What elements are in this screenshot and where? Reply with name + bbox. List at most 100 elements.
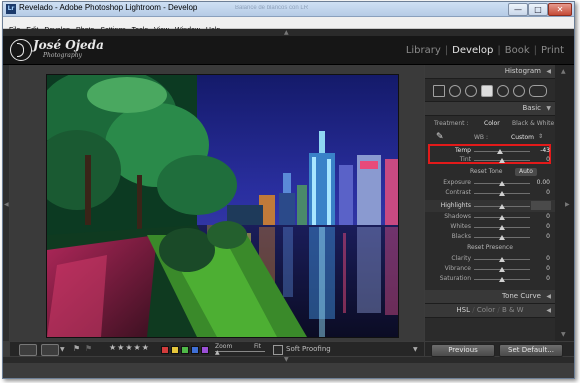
slider-blacks[interactable]: Blacks 0 bbox=[425, 232, 555, 242]
left-panel-toggle-icon[interactable]: ◀ bbox=[4, 201, 9, 208]
contrast-knob[interactable] bbox=[499, 191, 505, 196]
whites-knob[interactable] bbox=[499, 225, 505, 230]
wb-select[interactable]: Custom bbox=[511, 134, 534, 141]
brush-toggle-icon[interactable] bbox=[529, 85, 547, 97]
color-label-blue[interactable] bbox=[191, 346, 199, 354]
exposure-value[interactable]: 0.00 bbox=[537, 179, 550, 186]
temp-value[interactable]: -43 bbox=[540, 147, 550, 154]
histogram-header[interactable]: Histogram ◀ bbox=[425, 65, 555, 79]
loupe-view-icon[interactable] bbox=[19, 344, 37, 356]
minimize-button[interactable]: — bbox=[508, 3, 528, 16]
clarity-knob[interactable] bbox=[499, 257, 505, 262]
color-label-red[interactable] bbox=[161, 346, 169, 354]
module-print[interactable]: Print bbox=[539, 45, 566, 56]
reset-presence-button[interactable]: Reset Presence bbox=[425, 242, 555, 254]
top-panel-toggle-icon[interactable]: ▲ bbox=[284, 29, 289, 36]
tab-bw[interactable]: B & W bbox=[502, 306, 524, 314]
reset-tone-button[interactable]: Reset Tone bbox=[470, 166, 502, 178]
treatment-color-option[interactable]: Color bbox=[484, 120, 500, 127]
title-bar: Lr Revelado - Adobe Photoshop Lightroom … bbox=[3, 2, 574, 17]
saturation-value[interactable]: 0 bbox=[546, 275, 550, 282]
contrast-value[interactable]: 0 bbox=[546, 189, 550, 196]
slider-shadows[interactable]: Shadows 0 bbox=[425, 212, 555, 222]
tone-curve-header[interactable]: Tone Curve ◀ bbox=[425, 290, 555, 304]
vibrance-value[interactable]: 0 bbox=[546, 265, 550, 272]
right-panel-toggle-icon[interactable]: ▶ bbox=[565, 201, 570, 208]
color-label-yellow[interactable] bbox=[171, 346, 179, 354]
module-library[interactable]: Library bbox=[404, 45, 443, 56]
vibrance-knob[interactable] bbox=[499, 267, 505, 272]
expand-arrow-icon[interactable]: ▼ bbox=[546, 102, 551, 115]
auto-tone-button[interactable]: Auto bbox=[515, 168, 537, 176]
graduated-filter-icon[interactable] bbox=[481, 85, 493, 97]
soft-proofing-label[interactable]: Soft Proofing bbox=[286, 345, 331, 353]
slider-highlights[interactable]: Highlights bbox=[425, 200, 555, 212]
slider-contrast[interactable]: Contrast 0 bbox=[425, 188, 555, 198]
highlights-knob[interactable] bbox=[499, 204, 505, 209]
crop-tool-icon[interactable] bbox=[433, 85, 445, 97]
before-after-icon[interactable] bbox=[41, 344, 59, 356]
slider-clarity[interactable]: Clarity 0 bbox=[425, 254, 555, 264]
shadows-knob[interactable] bbox=[499, 215, 505, 220]
toolbar: ▼ ⚑ ⚑ ★★★★★ Zoom Fit ▲ Soft Proofing ▼ bbox=[10, 342, 424, 356]
slider-whites[interactable]: Whites 0 bbox=[425, 222, 555, 232]
soft-proofing-checkbox[interactable] bbox=[273, 345, 283, 355]
top-panel-toggle-strip[interactable]: ▲ bbox=[3, 29, 574, 36]
star-rating[interactable]: ★★★★★ bbox=[109, 343, 150, 352]
flag-reject-icon[interactable]: ⚑ bbox=[85, 345, 92, 353]
toolbar-content-dropdown-icon[interactable]: ▼ bbox=[413, 346, 418, 353]
temp-label: Temp bbox=[455, 147, 471, 154]
slider-tint[interactable]: Tint 0 bbox=[425, 155, 555, 165]
collapse-arrow-icon[interactable]: ◀ bbox=[546, 304, 551, 317]
previous-button[interactable]: Previous bbox=[431, 344, 495, 357]
spot-removal-icon[interactable] bbox=[449, 85, 461, 97]
tab-color[interactable]: Color bbox=[477, 306, 495, 314]
collapse-arrow-icon[interactable]: ◀ bbox=[546, 65, 551, 78]
color-label-green[interactable] bbox=[181, 346, 189, 354]
slider-vibrance[interactable]: Vibrance 0 bbox=[425, 264, 555, 274]
white-balance-picker-icon[interactable]: ✎ bbox=[436, 132, 444, 142]
adjustment-brush-icon[interactable] bbox=[513, 85, 525, 97]
left-panel-toggle-strip[interactable]: ◀ bbox=[3, 65, 9, 341]
zoom-slider-track[interactable] bbox=[215, 351, 265, 352]
highlights-value-field[interactable] bbox=[531, 201, 551, 210]
highlights-label: Highlights bbox=[440, 202, 471, 209]
red-eye-icon[interactable] bbox=[465, 85, 477, 97]
temp-knob[interactable] bbox=[497, 149, 504, 154]
histogram-title: Histogram bbox=[504, 67, 541, 75]
radial-filter-icon[interactable] bbox=[497, 85, 509, 97]
set-default-button[interactable]: Set Default... bbox=[499, 344, 563, 357]
right-scroll-strip[interactable]: ▲ ▶ ▼ bbox=[555, 65, 574, 341]
wb-dropdown-icon[interactable]: ⇕ bbox=[538, 133, 543, 140]
maximize-button[interactable]: □ bbox=[528, 3, 548, 16]
vibrance-label: Vibrance bbox=[444, 265, 471, 272]
blacks-value[interactable]: 0 bbox=[546, 233, 550, 240]
tint-knob[interactable] bbox=[499, 158, 505, 163]
saturation-knob[interactable] bbox=[499, 277, 505, 282]
before-after-dropdown-icon[interactable]: ▼ bbox=[60, 346, 65, 353]
clarity-value[interactable]: 0 bbox=[546, 255, 550, 262]
tint-value[interactable]: 0 bbox=[546, 156, 550, 163]
blacks-knob[interactable] bbox=[499, 235, 505, 240]
close-button[interactable]: ✕ bbox=[548, 3, 572, 16]
slider-saturation[interactable]: Saturation 0 bbox=[425, 274, 555, 284]
collapse-arrow-icon[interactable]: ◀ bbox=[546, 290, 551, 303]
color-label-purple[interactable] bbox=[201, 346, 209, 354]
zoom-slider-knob[interactable]: ▲ bbox=[215, 349, 220, 356]
flag-pick-icon[interactable]: ⚑ bbox=[73, 345, 80, 353]
filmstrip-toggle-icon[interactable]: ▼ bbox=[284, 356, 289, 363]
whites-value[interactable]: 0 bbox=[546, 223, 550, 230]
module-book[interactable]: Book bbox=[503, 45, 532, 56]
scroll-down-arrow-icon[interactable]: ▼ bbox=[561, 331, 566, 338]
tab-hsl[interactable]: HSL bbox=[456, 306, 470, 314]
basic-header[interactable]: Basic ▼ bbox=[425, 102, 555, 116]
shadows-value[interactable]: 0 bbox=[546, 213, 550, 220]
wb-row: ✎ WB : Custom ⇕ bbox=[425, 130, 555, 144]
slider-exposure[interactable]: Exposure 0.00 bbox=[425, 178, 555, 188]
whites-label: Whites bbox=[450, 223, 471, 230]
treatment-bw-option[interactable]: Black & White bbox=[512, 120, 554, 127]
exposure-knob[interactable] bbox=[499, 181, 505, 186]
night-city-photo bbox=[46, 74, 399, 338]
scroll-up-arrow-icon[interactable]: ▲ bbox=[561, 68, 566, 75]
module-develop[interactable]: Develop bbox=[450, 45, 495, 56]
